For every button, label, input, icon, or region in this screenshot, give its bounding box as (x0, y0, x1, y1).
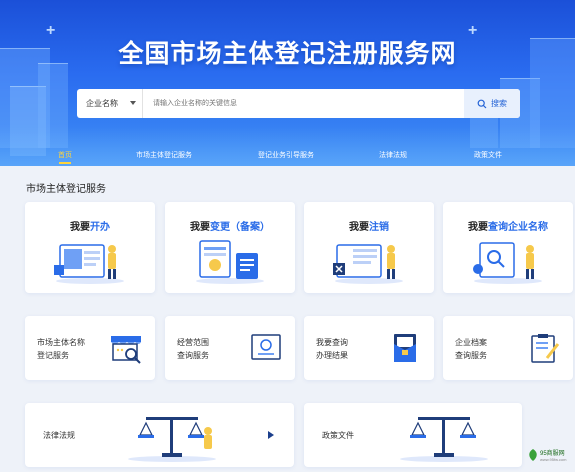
cancellation-illustration-icon (333, 244, 403, 284)
card-label: 经营范围 查询服务 (177, 338, 209, 360)
leaf-logo-icon (529, 449, 537, 461)
card-label: 法律法规 (43, 431, 75, 440)
shop-search-icon (111, 336, 141, 364)
card-label: 我要查询 办理结果 (316, 338, 348, 360)
search-button[interactable]: 搜索 (464, 89, 520, 118)
nav-item-home[interactable]: 首页 (58, 150, 72, 160)
card-enterprise-archive[interactable]: 企业档案 查询服务 (443, 316, 573, 380)
section-title: 市场主体登记服务 (26, 184, 106, 195)
arrow-right-icon (268, 431, 274, 439)
card-policies[interactable]: 政策文件 (304, 403, 522, 467)
card-cancellation[interactable]: 我要注销 (304, 202, 434, 293)
nav-item-registration-service[interactable]: 市场主体登记服务 (136, 150, 192, 160)
card-title: 我要查询企业名称 (468, 222, 548, 233)
change-filing-illustration-icon (196, 240, 264, 284)
card-start-business[interactable]: 我要开办 (25, 202, 155, 293)
scales-icon (400, 417, 488, 462)
card-title: 我要注销 (349, 222, 389, 233)
watermark: 95商服网 www.95fw.com (527, 446, 569, 466)
card-label: 企业档案 查询服务 (455, 338, 487, 360)
nav-item-laws[interactable]: 法律法规 (379, 150, 407, 160)
clipboard-edit-icon (531, 334, 560, 363)
business-start-illustration-icon (54, 244, 124, 284)
site-title: 全国市场主体登记注册服务网 (118, 40, 457, 68)
folder-document-icon (394, 334, 416, 362)
caret-down-icon (130, 101, 136, 105)
nav-active-indicator (59, 162, 71, 164)
search-type-value: 企业名称 (86, 99, 118, 108)
card-laws[interactable]: 法律法规 (25, 403, 294, 467)
search-button-label: 搜索 (491, 99, 507, 108)
search-icon (477, 99, 487, 108)
hero-banner: + + 全国市场主体登记注册服务网 企业名称 搜索 首页 市场主体登记服务 登记… (0, 0, 575, 166)
card-label: 市场主体名称 登记服务 (37, 338, 85, 360)
card-business-scope-service[interactable]: 经营范围 查询服务 (165, 316, 295, 380)
card-title: 我要变更（备案） (190, 222, 270, 233)
nav-item-guide-service[interactable]: 登记业务引导服务 (258, 150, 314, 160)
card-query-result[interactable]: 我要查询 办理结果 (304, 316, 434, 380)
card-label: 政策文件 (322, 431, 354, 440)
scales-icon (128, 417, 216, 462)
card-name-registration-service[interactable]: 市场主体名称 登记服务 (25, 316, 155, 380)
card-change-filing[interactable]: 我要变更（备案） (165, 202, 295, 293)
card-query-name[interactable]: 我要查询企业名称 (443, 202, 573, 293)
search-input[interactable] (143, 89, 464, 118)
main-nav: 首页 市场主体登记服务 登记业务引导服务 法律法规 政策文件 (0, 146, 575, 166)
query-name-illustration-icon (473, 242, 542, 284)
certificate-icon (251, 334, 281, 360)
search-bar: 企业名称 搜索 (77, 89, 520, 118)
nav-item-policies[interactable]: 政策文件 (474, 150, 502, 160)
search-type-select[interactable]: 企业名称 (77, 89, 143, 118)
card-title: 我要开办 (70, 222, 110, 233)
